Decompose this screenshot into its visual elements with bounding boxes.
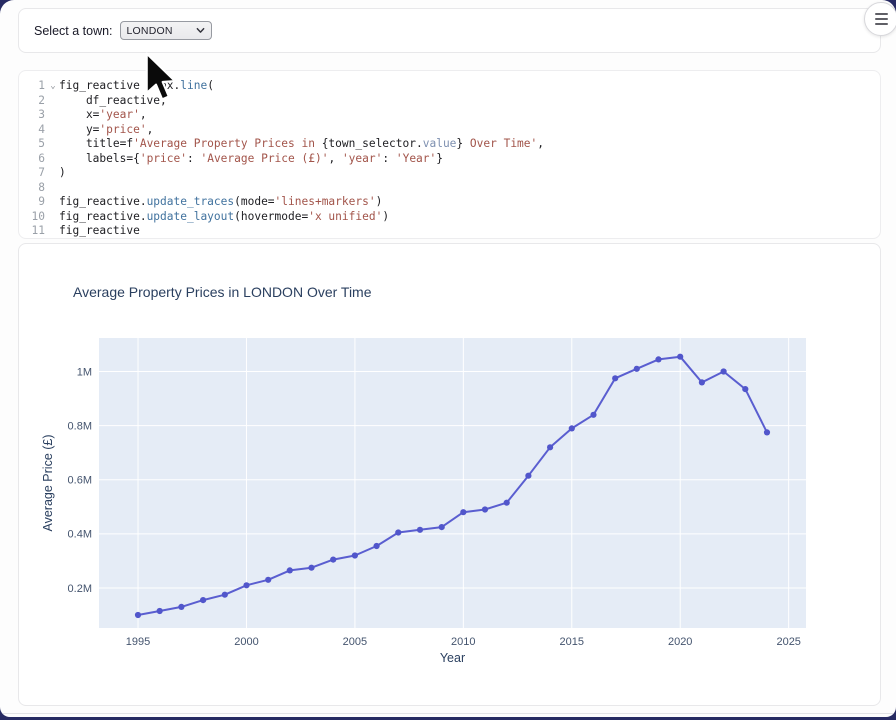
y-axis: 0.2M 0.4M 0.6M 0.8M 1M Average Price (£) [41,366,92,595]
chart-title: Average Property Prices in LONDON Over T… [73,284,372,300]
svg-text:0.8M: 0.8M [68,420,92,432]
svg-text:2025: 2025 [776,636,800,648]
fold-gutter [47,123,59,138]
code-line: 8 [19,181,880,196]
code-line: 6 labels={'price': 'Average Price (£)', … [19,152,880,167]
code-text: labels={'price': 'Average Price (£)', 'y… [59,152,880,167]
svg-text:2020: 2020 [668,636,692,648]
line-number: 6 [19,152,47,167]
code-line: 9 fig_reactive.update_traces(mode='lines+… [19,195,880,210]
town-selector-cell: Select a town: LONDON [18,8,881,53]
code-text [59,181,880,196]
fold-gutter [47,224,59,239]
town-select-value: LONDON [127,25,173,37]
code-text: fig_reactive.update_layout(hovermode='x … [59,210,880,225]
plotly-chart[interactable]: Average Property Prices in LONDON Over T… [19,244,881,705]
code-text: ) [59,166,880,181]
town-select-dropdown[interactable]: LONDON [120,21,212,40]
code-text: x='year', [59,108,880,123]
fold-gutter [47,152,59,167]
code-text: df_reactive, [59,94,880,109]
x-axis: 1995 2000 2005 2010 2015 2020 2025 Year [126,636,801,665]
notebook-menu-button[interactable] [864,2,896,36]
svg-text:1995: 1995 [126,636,150,648]
bottom-divider [0,713,896,714]
svg-text:0.6M: 0.6M [68,475,92,487]
fold-gutter [47,210,59,225]
fold-gutter [47,166,59,181]
svg-text:2015: 2015 [560,636,584,648]
fold-gutter [47,94,59,109]
x-axis-title: Year [440,651,465,665]
code-line: 10 fig_reactive.update_layout(hovermode='… [19,210,880,225]
svg-text:0.2M: 0.2M [68,583,92,595]
code-editor[interactable]: 1⌄fig_reactive = px.line(2 df_reactive,3… [18,70,881,239]
code-line: 2 df_reactive, [19,94,880,109]
code-line: 4 y='price', [19,123,880,138]
fold-gutter [47,137,59,152]
chevron-down-icon [196,26,205,35]
code-text: fig_reactive [59,224,880,239]
svg-text:2010: 2010 [451,636,475,648]
code-text: y='price', [59,123,880,138]
line-number: 4 [19,123,47,138]
code-line: 1⌄fig_reactive = px.line( [19,79,880,94]
code-text: fig_reactive = px.line( [59,79,880,94]
fold-gutter [47,181,59,196]
line-number: 3 [19,108,47,123]
line-number: 11 [19,224,47,239]
code-line: 7) [19,166,880,181]
svg-text:0.4M: 0.4M [68,529,92,541]
town-selector-label: Select a town: [34,24,113,38]
y-axis-title: Average Price (£) [41,434,55,531]
svg-text:1M: 1M [77,366,92,378]
hamburger-icon [875,13,888,25]
fold-caret-icon[interactable]: ⌄ [47,79,59,94]
fold-gutter [47,108,59,123]
code-line: 11 fig_reactive [19,224,880,239]
svg-text:2005: 2005 [343,636,367,648]
line-number: 9 [19,195,47,210]
chart-output-cell: Average Property Prices in LONDON Over T… [18,243,881,706]
line-number: 2 [19,94,47,109]
line-number: 1 [19,79,47,94]
line-number: 8 [19,181,47,196]
fold-gutter [47,195,59,210]
code-line: 3 x='year', [19,108,880,123]
line-number: 10 [19,210,47,225]
code-line: 5 title=f'Average Property Prices in {to… [19,137,880,152]
line-number: 5 [19,137,47,152]
svg-text:2000: 2000 [234,636,258,648]
code-text: fig_reactive.update_traces(mode='lines+m… [59,195,880,210]
notebook-canvas: Select a town: LONDON 1⌄fig_reactive = p… [0,0,896,717]
code-text: title=f'Average Property Prices in {town… [59,137,880,152]
line-number: 7 [19,166,47,181]
